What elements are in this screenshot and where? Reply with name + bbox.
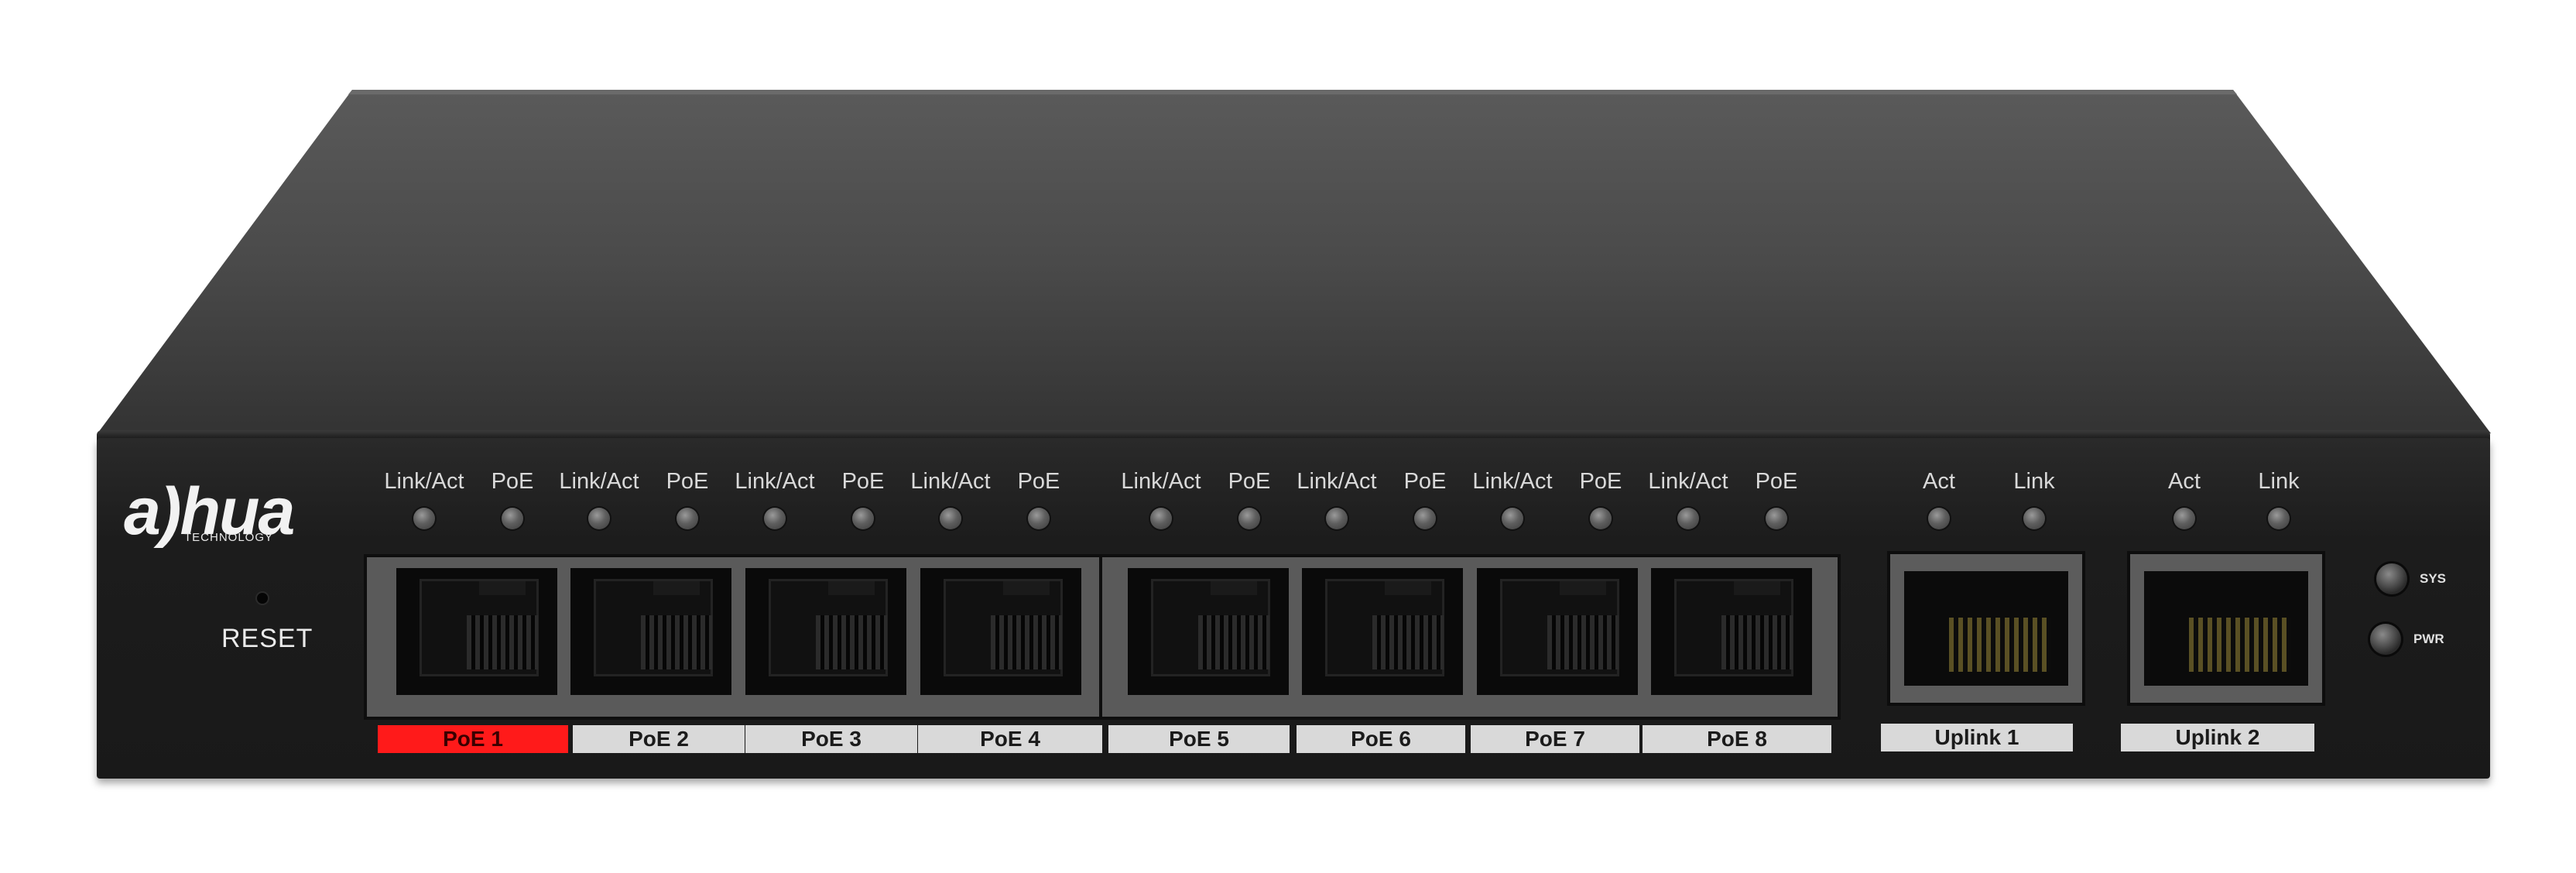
link-act-led-8 xyxy=(1677,508,1699,529)
rj45-clip xyxy=(653,581,700,595)
rj45-clip xyxy=(1003,581,1050,595)
rj45-pins xyxy=(2189,618,2291,672)
rj45-clip xyxy=(1560,581,1606,595)
link-act-led-label-2: Link/Act xyxy=(559,469,639,494)
uplink-link-led-1 xyxy=(2023,508,2045,529)
poe-led-label-5: PoE xyxy=(1228,469,1271,494)
link-act-led-3 xyxy=(764,508,786,529)
poe-led-1 xyxy=(502,508,523,529)
uplink-link-led-label-1: Link xyxy=(2013,469,2055,494)
poe-port-label-4: PoE 4 xyxy=(918,725,1102,753)
poe-led-5 xyxy=(1238,508,1260,529)
uplink-port-label-2: Uplink 2 xyxy=(2121,724,2314,751)
uplink-link-led-label-2: Link xyxy=(2258,469,2300,494)
poe-led-2 xyxy=(677,508,698,529)
uplink-act-led-2 xyxy=(2174,508,2195,529)
rj45-pins xyxy=(641,615,712,669)
poe-port-2[interactable] xyxy=(570,568,731,695)
poe-led-label-4: PoE xyxy=(1017,469,1060,494)
poe-led-8 xyxy=(1766,508,1787,529)
poe-port-4[interactable] xyxy=(920,568,1081,695)
rj45-jack xyxy=(1674,579,1793,676)
rj45-jack xyxy=(2144,571,2308,686)
poe-led-label-6: PoE xyxy=(1403,469,1447,494)
rj45-jack xyxy=(1904,571,2068,686)
poe-port-label-8: PoE 8 xyxy=(1643,725,1831,753)
rj45-clip xyxy=(828,581,875,595)
rj45-pins xyxy=(1372,615,1444,669)
pwr-status-led xyxy=(2370,624,2401,655)
poe-port-5[interactable] xyxy=(1128,568,1289,695)
rj45-jack xyxy=(1151,579,1270,676)
link-act-led-7 xyxy=(1502,508,1523,529)
link-act-led-label-8: Link/Act xyxy=(1648,469,1728,494)
poe-port-label-3: PoE 3 xyxy=(745,725,917,753)
uplink-port-label-1: Uplink 1 xyxy=(1881,724,2073,751)
rj45-jack xyxy=(1325,579,1444,676)
link-act-led-2 xyxy=(588,508,610,529)
reset-label: RESET xyxy=(221,624,313,653)
link-act-led-6 xyxy=(1326,508,1348,529)
reset-pinhole[interactable] xyxy=(257,593,268,604)
poe-led-3 xyxy=(852,508,874,529)
poe-port-8[interactable] xyxy=(1651,568,1812,695)
poe-led-label-1: PoE xyxy=(491,469,534,494)
poe-port-1[interactable] xyxy=(396,568,557,695)
poe-led-4 xyxy=(1028,508,1050,529)
link-act-led-label-3: Link/Act xyxy=(735,469,815,494)
poe-port-6[interactable] xyxy=(1302,568,1463,695)
poe-port-label-2: PoE 2 xyxy=(573,725,745,753)
link-act-led-label-4: Link/Act xyxy=(910,469,991,494)
rj45-pins xyxy=(991,615,1062,669)
rj45-clip xyxy=(1385,581,1431,595)
rj45-clip xyxy=(479,581,526,595)
poe-port-3[interactable] xyxy=(745,568,906,695)
uplink-act-led-label-2: Act xyxy=(2168,469,2201,494)
rj45-pins xyxy=(1949,618,2051,672)
link-act-led-1 xyxy=(413,508,435,529)
poe-led-7 xyxy=(1590,508,1612,529)
rj45-clip xyxy=(1734,581,1780,595)
uplink-port-1[interactable] xyxy=(1887,551,2085,706)
link-act-led-5 xyxy=(1150,508,1172,529)
poe-port-label-5: PoE 5 xyxy=(1108,725,1290,753)
poe-led-label-2: PoE xyxy=(666,469,709,494)
link-act-led-label-5: Link/Act xyxy=(1121,469,1201,494)
poe-port-label-7: PoE 7 xyxy=(1471,725,1639,753)
rj45-jack xyxy=(944,579,1063,676)
link-act-led-label-7: Link/Act xyxy=(1472,469,1553,494)
rj45-pins xyxy=(1547,615,1619,669)
link-act-led-label-6: Link/Act xyxy=(1297,469,1377,494)
brand-tagline: TECHNOLOGY xyxy=(184,531,274,544)
poe-led-label-8: PoE xyxy=(1755,469,1798,494)
poe-port-7[interactable] xyxy=(1477,568,1638,695)
poe-port-label-6: PoE 6 xyxy=(1297,725,1465,753)
rj45-jack xyxy=(420,579,539,676)
uplink-act-led-1 xyxy=(1928,508,1950,529)
poe-led-6 xyxy=(1414,508,1436,529)
rj45-jack xyxy=(769,579,888,676)
uplink-act-led-label-1: Act xyxy=(1923,469,1955,494)
rj45-pins xyxy=(816,615,887,669)
switch-photo: a)hua TECHNOLOGY RESET Link/Act PoE Link/A… xyxy=(0,0,2576,873)
pwr-status-label: PWR xyxy=(2413,632,2444,646)
rj45-clip xyxy=(1211,581,1257,595)
rj45-jack xyxy=(1500,579,1619,676)
sys-status-label: SYS xyxy=(2420,571,2447,586)
link-act-led-4 xyxy=(940,508,961,529)
uplink-link-led-2 xyxy=(2268,508,2290,529)
sys-status-led xyxy=(2376,563,2407,594)
link-act-led-label-1: Link/Act xyxy=(384,469,464,494)
uplink-port-2[interactable] xyxy=(2127,551,2325,706)
rj45-jack xyxy=(594,579,713,676)
poe-led-label-3: PoE xyxy=(841,469,885,494)
rj45-pins xyxy=(467,615,538,669)
poe-port-label-1: PoE 1 xyxy=(378,725,568,753)
rj45-pins xyxy=(1721,615,1793,669)
rj45-pins xyxy=(1198,615,1269,669)
poe-led-label-7: PoE xyxy=(1579,469,1622,494)
